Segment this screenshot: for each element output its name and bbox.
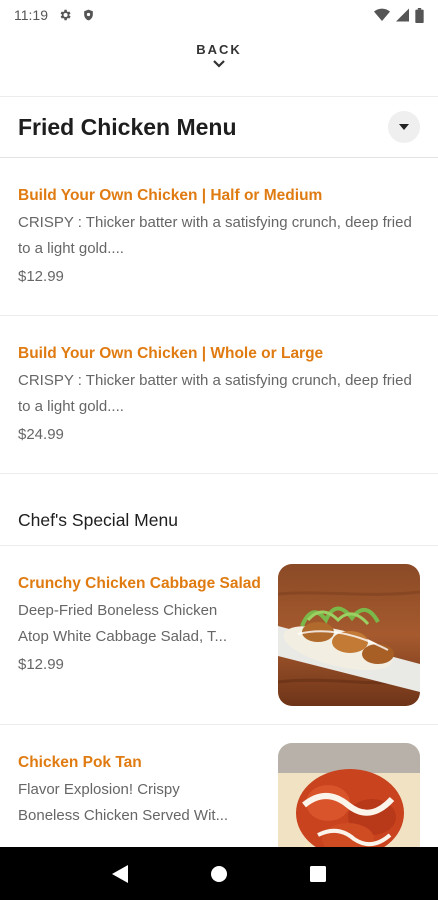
page-title: Fried Chicken Menu <box>18 113 237 140</box>
nav-back-button[interactable] <box>100 854 140 894</box>
chevron-down-icon <box>213 60 225 68</box>
dropdown-arrow-icon <box>399 123 409 130</box>
item-description: CRISPY : Thicker batter with a satisfyin… <box>18 372 412 415</box>
item-description-line: Atop White Cabbage Salad, T... <box>18 628 228 645</box>
menu-item[interactable]: Chicken Pok Tan Flavor Explosion! Crispy… <box>0 725 438 847</box>
item-name: Build Your Own Chicken | Whole or Large <box>18 345 324 362</box>
nav-recents-icon <box>310 865 327 882</box>
back-label: BACK <box>196 42 242 57</box>
menu-item[interactable]: Build Your Own Chicken | Whole or Large … <box>0 316 438 474</box>
menu-list[interactable]: Build Your Own Chicken | Half or Medium … <box>0 158 438 847</box>
nav-recents-button[interactable] <box>298 854 338 894</box>
food-photo[interactable] <box>278 743 420 847</box>
item-description: Deep-Fried Boneless Chicken Atop White C… <box>18 598 268 650</box>
item-description-line: Boneless Chicken Served Wit... <box>18 807 229 824</box>
status-time: 11:19 <box>14 7 48 23</box>
signal-icon <box>396 8 409 22</box>
nav-home-icon <box>210 865 227 882</box>
menu-header: Fried Chicken Menu <box>0 96 438 158</box>
section-header: Chef's Special Menu <box>0 474 438 546</box>
item-description: Flavor Explosion! Crispy Boneless Chicke… <box>18 777 268 829</box>
item-description-line: Flavor Explosion! Crispy <box>18 781 180 798</box>
shield-icon <box>82 8 95 22</box>
item-price: $12.99 <box>18 268 64 285</box>
nav-home-button[interactable] <box>199 854 239 894</box>
item-price: $12.99 <box>18 656 64 673</box>
settings-icon <box>58 8 72 22</box>
battery-icon <box>415 7 424 23</box>
status-bar: 11:19 <box>0 0 438 30</box>
item-name: Chicken Pok Tan <box>18 754 142 771</box>
item-name: Crunchy Chicken Cabbage Salad <box>18 575 261 592</box>
nav-back-icon <box>111 864 128 883</box>
system-nav-bar <box>0 847 438 900</box>
food-photo[interactable] <box>278 564 420 706</box>
menu-item[interactable]: Build Your Own Chicken | Half or Medium … <box>0 158 438 316</box>
menu-item[interactable]: Crunchy Chicken Cabbage Salad Deep-Fried… <box>0 546 438 725</box>
item-name: Build Your Own Chicken | Half or Medium <box>18 187 323 204</box>
back-button[interactable]: BACK <box>0 42 438 69</box>
wifi-icon <box>374 8 390 22</box>
section-title: Chef's Special Menu <box>18 510 178 530</box>
item-description-line: Deep-Fried Boneless Chicken <box>18 602 218 619</box>
menu-selector-button[interactable] <box>388 111 420 143</box>
item-price: $24.99 <box>18 426 64 443</box>
item-description: CRISPY : Thicker batter with a satisfyin… <box>18 214 412 257</box>
